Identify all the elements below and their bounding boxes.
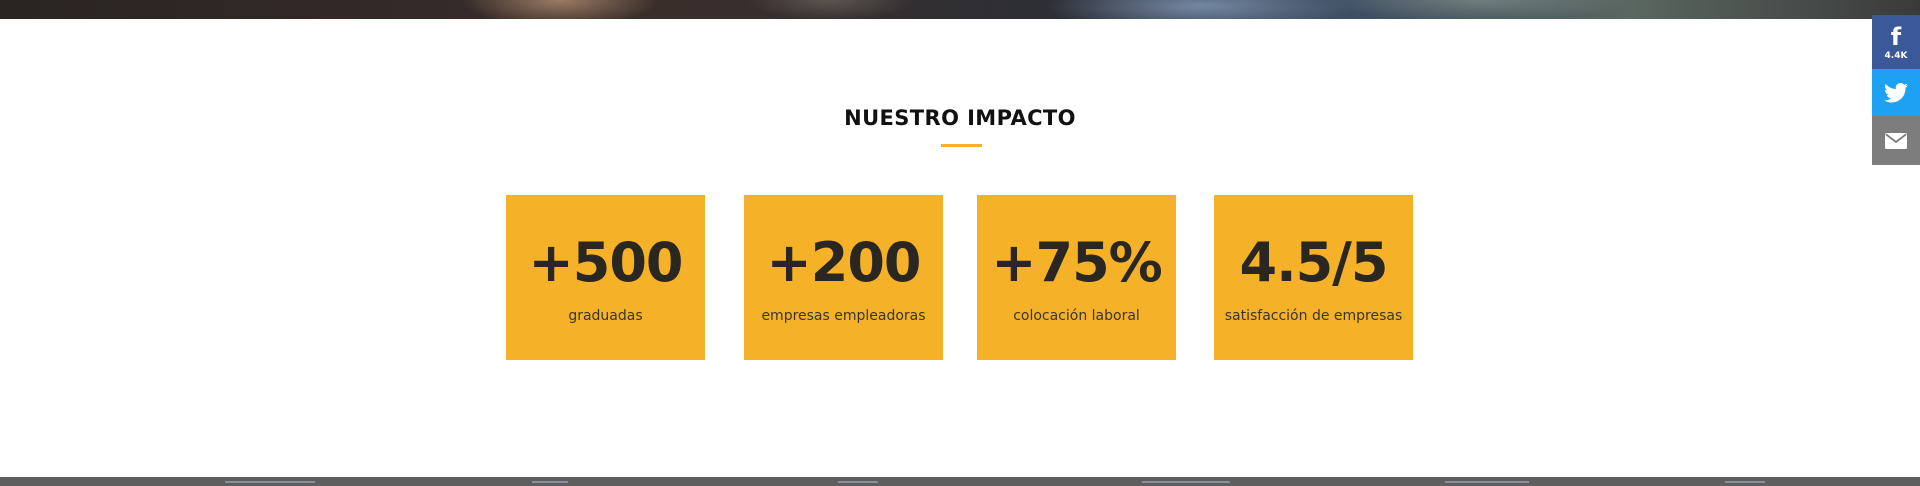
stat-value: +500 (528, 231, 684, 294)
share-count: 4.4K (1884, 50, 1908, 61)
stat-label: empresas empleadoras (761, 308, 926, 324)
stat-label: satisfacción de empresas (1224, 308, 1403, 324)
stat-value: +75% (991, 231, 1163, 294)
stat-card-satisfaction: 4.5/5 satisfacción de empresas (1214, 195, 1413, 360)
divider (1142, 481, 1230, 483)
share-bar: f 4.4K (1872, 15, 1920, 165)
divider (225, 481, 315, 483)
divider (1445, 481, 1529, 483)
stat-card-graduates: +500 graduadas (506, 195, 705, 360)
stat-label: graduadas (568, 308, 643, 324)
divider (532, 481, 568, 483)
title-underline (941, 144, 982, 147)
stat-label: colocación laboral (1013, 308, 1140, 324)
divider (1725, 481, 1765, 483)
stat-card-placement: +75% colocación laboral (977, 195, 1176, 360)
hero-image (0, 0, 1920, 19)
divider (838, 481, 878, 483)
twitter-icon (1884, 82, 1908, 102)
page: NUESTRO IMPACTO +500 graduadas +200 empr… (0, 0, 1920, 486)
stat-card-employers: +200 empresas empleadoras (744, 195, 943, 360)
facebook-icon: f (1890, 22, 1902, 51)
email-share-button[interactable] (1872, 116, 1920, 165)
stat-value: +200 (766, 231, 922, 294)
twitter-share-button[interactable] (1872, 69, 1920, 116)
next-section-strip (0, 477, 1920, 486)
stat-value: 4.5/5 (1239, 231, 1389, 294)
facebook-share-button[interactable]: f 4.4K (1872, 15, 1920, 69)
email-icon (1885, 132, 1907, 149)
section-title: NUESTRO IMPACTO (844, 106, 1076, 130)
